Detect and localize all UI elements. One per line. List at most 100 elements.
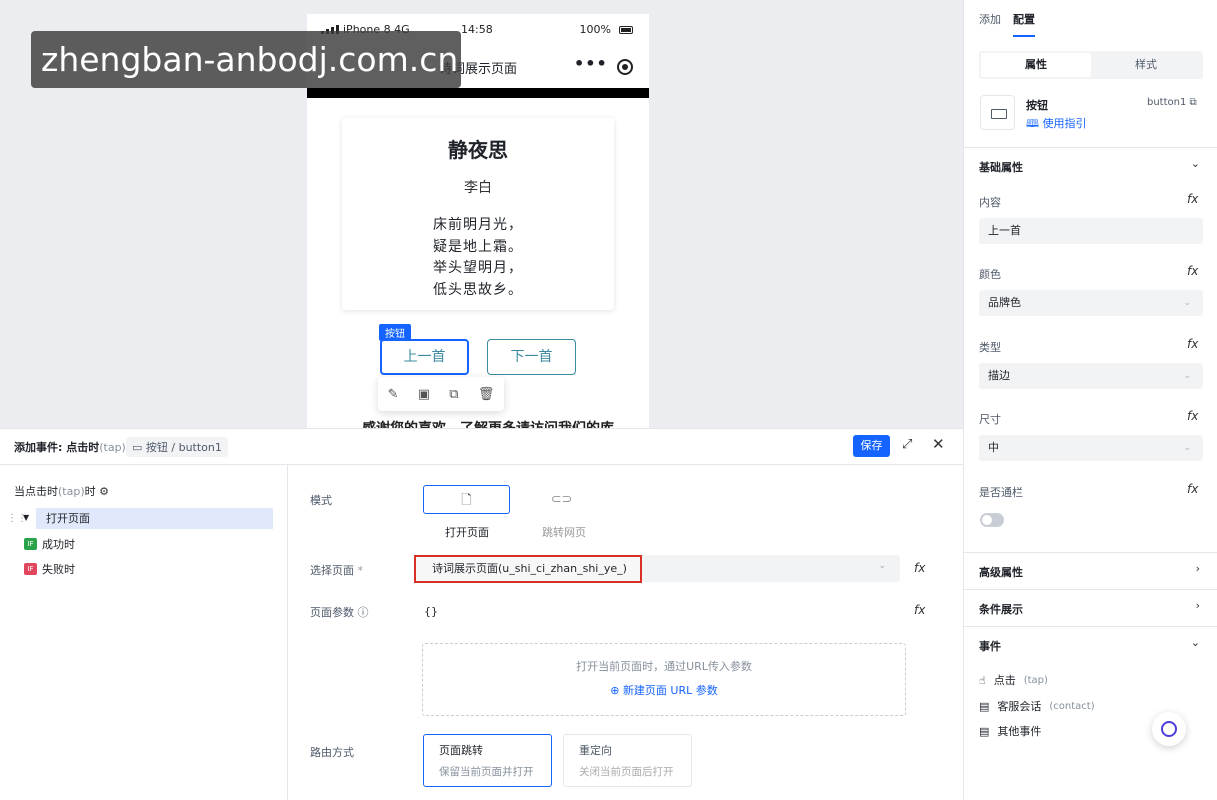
fx-icon[interactable]: fx [1187, 264, 1198, 278]
prop-label-color: 颜色 [979, 268, 1001, 281]
battery-label: 100% [579, 23, 611, 36]
mode-open-caption: 打开页面 [445, 526, 489, 539]
tap-icon: ☝ [979, 673, 986, 687]
mode-label: 模式 [310, 494, 332, 507]
conditional-section-header[interactable]: 条件展示 › [964, 589, 1217, 626]
fx-icon[interactable]: fx [914, 603, 925, 617]
route-push[interactable]: 页面跳转 保留当前页面并打开 [423, 734, 552, 787]
battery-icon [619, 26, 633, 34]
route-redirect[interactable]: 重定向 关闭当前页面后打开 [563, 734, 692, 787]
footer-text: 感谢您的喜欢，了解更多请访问我们的库 [362, 418, 614, 428]
tree-success[interactable]: IF 成功时 [24, 536, 75, 552]
tab-config[interactable]: 配置 [1013, 11, 1035, 37]
fx-icon[interactable]: fx [1187, 337, 1198, 351]
button-icon: ▭ [132, 441, 146, 454]
header-bar [307, 88, 649, 98]
gear-icon[interactable]: ⚙ [99, 485, 109, 498]
tree-trigger: 当点击时(tap)时 ⚙ [14, 485, 109, 498]
chevron-down-icon: ⌄ [878, 561, 886, 571]
delete-icon[interactable]: 🗑 [478, 387, 495, 402]
help-icon[interactable]: ⓘ [358, 606, 369, 619]
panel-tabs: 添加 配置 [979, 11, 1035, 37]
fx-icon[interactable]: fx [1187, 192, 1198, 206]
prop-label-size: 尺寸 [979, 413, 1001, 426]
events-section-header[interactable]: 事件 ⌄ [964, 626, 1217, 663]
tree-action-open-page[interactable]: 打开页面 [36, 508, 273, 529]
chevron-down-icon: ⌄ [1183, 443, 1191, 453]
chevron-down-icon: ⌄ [1190, 636, 1200, 649]
watermark: zhengban-anbodj.com.cn [31, 31, 461, 88]
param-hint: 打开当前页面时，通过URL传入参数 [576, 660, 752, 673]
event-contact[interactable]: ▤ 客服会话 (contact) [979, 698, 1095, 714]
param-value: {} [424, 605, 438, 618]
event-panel: 添加事件: 点击时(tap) ▭ 按钮 / button1 保存 ⤢ ✕ 当点击… [0, 428, 963, 800]
event-other[interactable]: ▤ 其他事件 [979, 723, 1041, 739]
event-panel-header: 添加事件: 点击时(tap) ▭ 按钮 / button1 保存 ⤢ ✕ [0, 429, 963, 465]
event-panel-title: 添加事件: 点击时(tap) [14, 441, 126, 454]
prop-label-block: 是否通栏 [979, 486, 1023, 499]
assistant-bot-icon[interactable] [1152, 712, 1186, 746]
caret-down-icon[interactable]: ▼ [23, 513, 29, 522]
book-icon: 🕮 [1026, 117, 1039, 130]
component-toolbar: ✎ ▣ ⧉ 🗑 [378, 377, 504, 411]
file-icon: 🗋 [461, 493, 472, 508]
content-input[interactable]: 上一首 [979, 218, 1203, 244]
component-chip: ▭ 按钮 / button1 [126, 437, 228, 457]
property-panel: 添加 配置 属性 样式 按钮 🕮 使用指引 button1 ⧉ 基础属性 ⌄ 内… [963, 0, 1217, 800]
if-icon: IF [24, 538, 37, 550]
prop-label-type: 类型 [979, 341, 1001, 354]
tab-add[interactable]: 添加 [979, 11, 1001, 37]
add-param-button[interactable]: ⊕ 新建页面 URL 参数 [423, 682, 905, 698]
basic-section-header[interactable]: 基础属性 ⌄ [964, 147, 1217, 183]
edit-icon[interactable]: ✎ [388, 387, 399, 402]
page-select-value: 诗词展示页面(u_shi_ci_zhan_shi_ye_) [414, 555, 642, 583]
advanced-section-header[interactable]: 高级属性 › [964, 552, 1217, 589]
chevron-right-icon: › [1195, 599, 1200, 612]
route-label: 路由方式 [310, 746, 354, 759]
more-icon[interactable]: ••• [574, 54, 608, 73]
mode-jump-web[interactable]: ⊂⊃ [518, 485, 605, 514]
chevron-down-icon: ⌄ [1183, 298, 1191, 308]
prop-label-content: 内容 [979, 196, 1001, 209]
expand-icon[interactable]: ⤢ [902, 437, 912, 452]
target-icon[interactable] [617, 59, 633, 75]
button-component-icon [980, 95, 1015, 130]
editor-canvas: iPhone 8 4G 14:58 100% 诗词展示页面 ••• 静夜思 李白… [0, 0, 963, 428]
tree-fail[interactable]: IF 失败时 [24, 561, 75, 577]
tab-properties[interactable]: 属性 [981, 53, 1091, 77]
next-poem-button[interactable]: 下一首 [487, 339, 576, 375]
fx-icon[interactable]: fx [1187, 482, 1198, 496]
prop-style-toggle: 属性 样式 [979, 51, 1203, 79]
component-id: button1 ⧉ [1147, 97, 1197, 108]
mode-open-page[interactable]: 🗋 [423, 485, 510, 514]
if-icon: IF [24, 563, 37, 575]
color-select[interactable]: 品牌色 ⌄ [979, 290, 1203, 316]
link-icon: ⊂⊃ [550, 492, 573, 507]
param-dropzone: 打开当前页面时，通过URL传入参数 ⊕ 新建页面 URL 参数 [422, 643, 906, 716]
poem-line: 举头望明月， [433, 260, 523, 276]
tab-style[interactable]: 样式 [1091, 53, 1201, 77]
type-select[interactable]: 描边 ⌄ [979, 363, 1203, 389]
size-select[interactable]: 中 ⌄ [979, 435, 1203, 461]
copy-icon[interactable]: ⧉ [449, 387, 458, 402]
poem-line: 低头思故乡。 [433, 281, 523, 298]
page-label: 选择页面 * [310, 564, 363, 577]
poem-author: 李白 [464, 180, 492, 196]
save-button[interactable]: 保存 [853, 435, 890, 457]
page-select[interactable]: 诗词展示页面(u_shi_ci_zhan_shi_ye_) ⌄ [414, 555, 900, 583]
copy-icon[interactable]: ⧉ [1190, 97, 1197, 108]
fx-icon[interactable]: fx [914, 561, 925, 575]
fx-icon[interactable]: fx [1187, 409, 1198, 423]
poem-title: 静夜思 [448, 138, 508, 162]
poem-line: 疑是地上霜。 [433, 238, 523, 255]
close-icon[interactable]: ✕ [932, 435, 945, 453]
event-tap[interactable]: ☝ 点击 (tap) [979, 672, 1048, 688]
chevron-down-icon: ⌄ [1183, 371, 1191, 381]
save-icon[interactable]: ▣ [418, 387, 430, 402]
block-toggle[interactable] [980, 513, 1004, 527]
poem-line: 床前明月光， [433, 217, 523, 233]
usage-guide-link[interactable]: 🕮 使用指引 [1026, 115, 1086, 134]
status-time: 14:58 [461, 23, 493, 36]
chevron-down-icon: ⌄ [1190, 157, 1200, 170]
prev-poem-button[interactable]: 上一首 [380, 339, 469, 375]
